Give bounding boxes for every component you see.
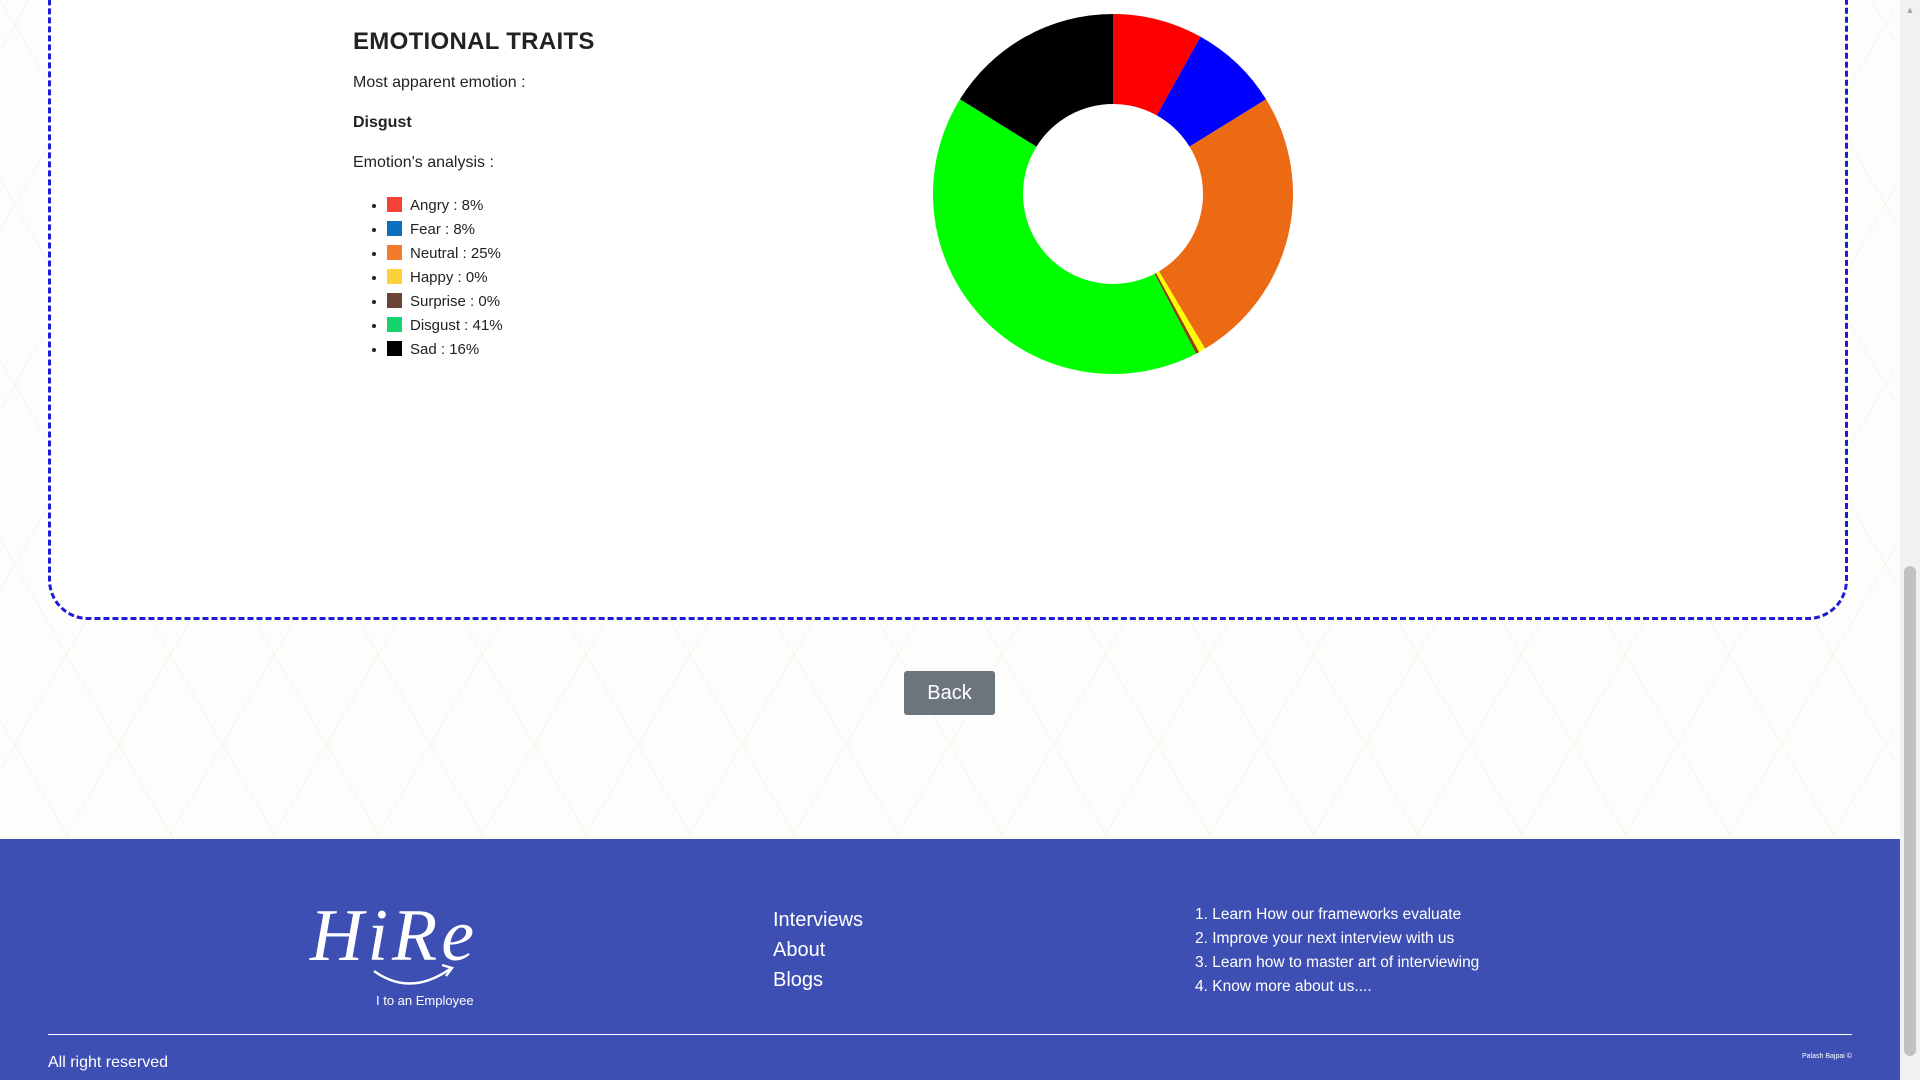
resource-link-about-us[interactable]: 4. Know more about us.... bbox=[1195, 975, 1479, 999]
legend-label: Happy : 0% bbox=[410, 269, 488, 286]
legend-item-neutral: Neutral : 25% bbox=[387, 242, 853, 266]
scrollbar-thumb[interactable] bbox=[1904, 566, 1916, 1056]
footer-divider bbox=[48, 1034, 1852, 1035]
section-title: EMOTIONAL TRAITS bbox=[353, 28, 595, 55]
legend-label: Fear : 8% bbox=[410, 221, 476, 238]
surprise-swatch bbox=[387, 293, 402, 308]
resource-link-improve[interactable]: 2. Improve your next interview with us bbox=[1195, 927, 1479, 951]
happy-swatch bbox=[387, 269, 402, 284]
resource-link-master[interactable]: 3. Learn how to master art of interviewi… bbox=[1195, 951, 1479, 975]
legend-label: Angry : 8% bbox=[410, 197, 484, 214]
scroll-up-icon[interactable]: ▲ bbox=[1900, 0, 1920, 20]
emotional-traits-section: EMOTIONAL TRAITS Most apparent emotion :… bbox=[353, 28, 853, 362]
footer-link-blogs[interactable]: Blogs bbox=[773, 965, 863, 995]
analysis-label: Emotion's analysis : bbox=[353, 154, 494, 171]
rights-text: All right reserved bbox=[48, 1054, 169, 1071]
fear-swatch bbox=[387, 221, 402, 236]
legend-label: Neutral : 25% bbox=[410, 245, 501, 262]
sad-swatch bbox=[387, 341, 402, 356]
legend-item-disgust: Disgust : 41% bbox=[387, 314, 853, 338]
footer-nav: Interviews About Blogs bbox=[773, 905, 863, 995]
angry-swatch bbox=[387, 197, 402, 212]
footer-link-about[interactable]: About bbox=[773, 935, 863, 965]
back-button[interactable]: Back bbox=[904, 671, 995, 715]
emotion-legend: Angry : 8% Fear : 8% Neutral : 25% Happy… bbox=[353, 194, 853, 362]
footer-resources: 1. Learn How our frameworks evaluate 2. … bbox=[1195, 903, 1479, 999]
legend-item-surprise: Surprise : 0% bbox=[387, 290, 853, 314]
smile-arrow-icon bbox=[373, 963, 454, 985]
vertical-scrollbar[interactable]: ▲ bbox=[1900, 0, 1920, 1080]
legend-item-angry: Angry : 8% bbox=[387, 194, 853, 218]
hire-logo[interactable]: HiRe I to an Employee bbox=[310, 899, 485, 1009]
credit-text: Palash Bajpai © bbox=[1802, 1053, 1852, 1060]
logo-tagline: I to an Employee bbox=[376, 993, 474, 1008]
neutral-swatch bbox=[387, 245, 402, 260]
footer-link-interviews[interactable]: Interviews bbox=[773, 905, 863, 935]
most-apparent-label: Most apparent emotion : bbox=[353, 74, 526, 91]
legend-item-sad: Sad : 16% bbox=[387, 338, 853, 362]
emotion-donut-chart bbox=[932, 14, 1293, 375]
resource-link-frameworks[interactable]: 1. Learn How our frameworks evaluate bbox=[1195, 903, 1479, 927]
logo-wordmark: HiRe bbox=[310, 895, 479, 977]
donut-slice-disgust[interactable] bbox=[932, 99, 1197, 375]
site-footer: HiRe I to an Employee Interviews About B… bbox=[0, 839, 1900, 1080]
legend-label: Disgust : 41% bbox=[410, 317, 503, 334]
legend-item-happy: Happy : 0% bbox=[387, 266, 853, 290]
disgust-swatch bbox=[387, 317, 402, 332]
legend-label: Surprise : 0% bbox=[410, 293, 501, 310]
most-apparent-value: Disgust bbox=[353, 114, 412, 131]
legend-label: Sad : 16% bbox=[410, 341, 480, 358]
legend-item-fear: Fear : 8% bbox=[387, 218, 853, 242]
